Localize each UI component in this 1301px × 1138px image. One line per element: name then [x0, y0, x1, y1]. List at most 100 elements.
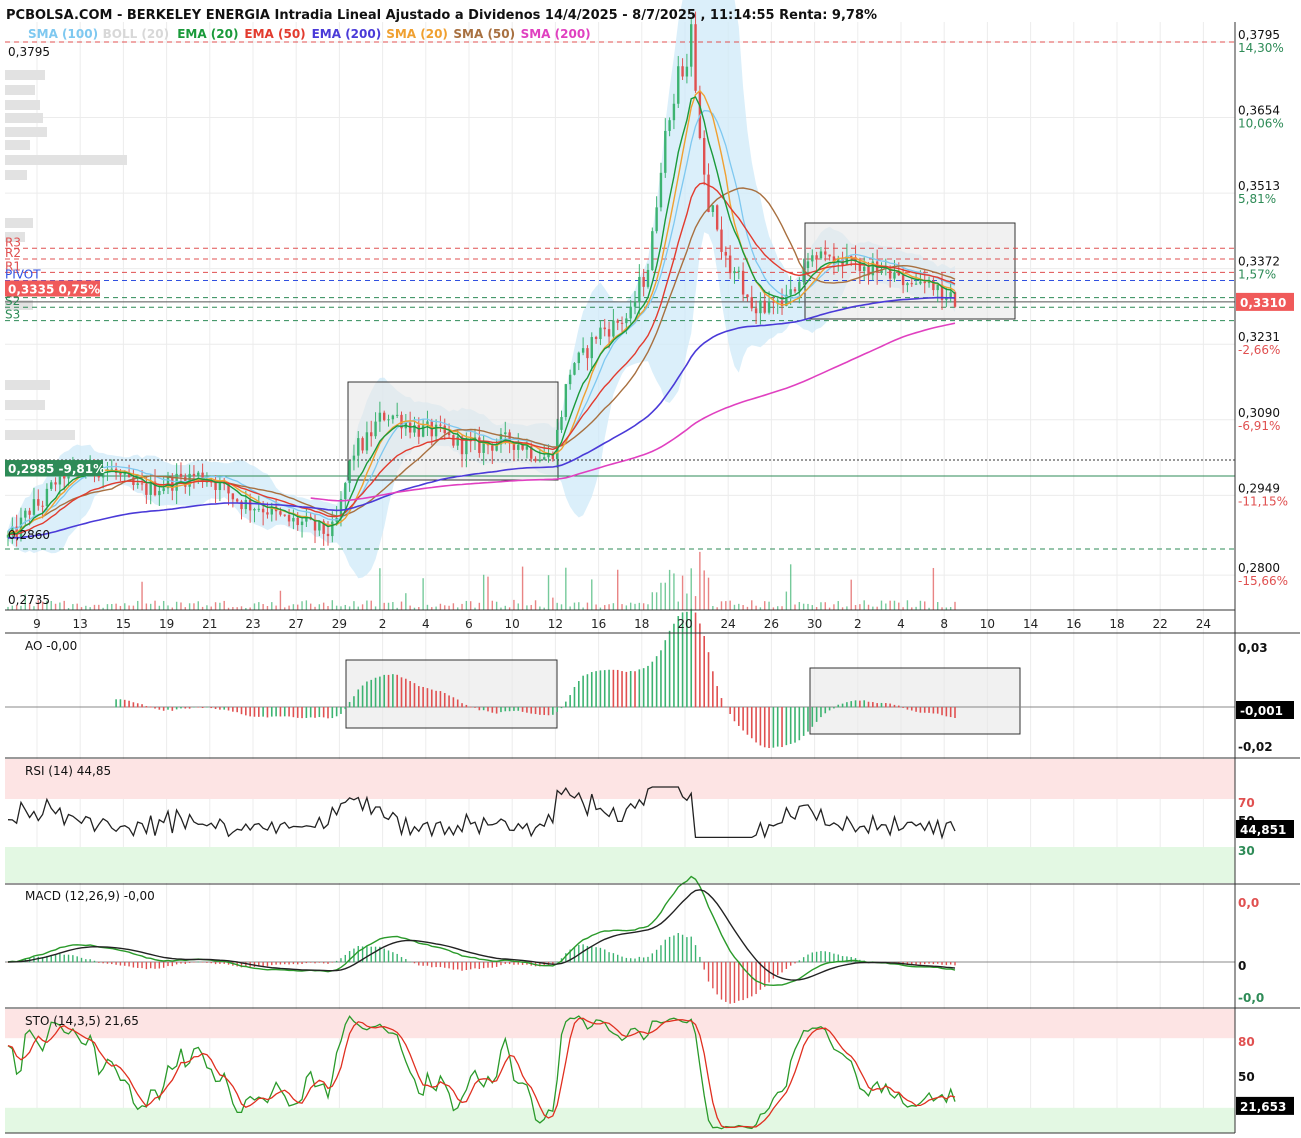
volume-bar [119, 605, 122, 610]
candle-body [110, 468, 113, 470]
ao-bar [560, 707, 563, 709]
candle-body [374, 421, 377, 437]
volume-bar [158, 605, 161, 610]
volume-bar [807, 603, 809, 610]
candle-body [560, 417, 563, 430]
volume-bar [258, 602, 260, 610]
macd-hist-bar [699, 956, 701, 963]
volume-bar [638, 602, 641, 610]
candle-body [715, 205, 719, 230]
y-tick-pct: 5,81% [1238, 192, 1276, 206]
candle-body [235, 499, 239, 502]
macd-hist-bar [785, 962, 788, 969]
candle-body [690, 24, 693, 67]
volume-bar [526, 605, 528, 610]
candle-body [45, 488, 49, 507]
volume-bar [591, 579, 593, 610]
ao-bar [456, 699, 459, 708]
volume-bar [578, 602, 580, 610]
macd-hist-bar [474, 962, 476, 969]
macd-hist-bar [327, 962, 329, 964]
candle-body [906, 283, 909, 286]
ao-bar [811, 707, 814, 727]
volume-bar [72, 604, 74, 610]
macd-hist-bar [111, 962, 113, 965]
macd-hist-bar [820, 951, 822, 963]
candle-body [642, 277, 645, 287]
macd-hist-bar [815, 951, 818, 963]
candle-body [465, 440, 468, 455]
candle-body [568, 374, 572, 385]
candle-body [754, 308, 758, 314]
volume-bar [621, 604, 623, 610]
ao-bar [487, 707, 489, 712]
ao-bar [309, 707, 312, 718]
macd-hist-bar [642, 957, 645, 963]
y-tick-pct: 1,57% [1238, 268, 1276, 282]
candle-body [197, 472, 200, 477]
macd-hist-bar [366, 945, 368, 963]
ao-bar [746, 707, 749, 735]
chart-title: PCBOLSA.COM - BERKELEY ENERGIA Intradia … [6, 8, 877, 23]
macd-hist-bar [457, 962, 459, 970]
volume-bar [374, 606, 377, 610]
macd-hist-bar [651, 953, 654, 963]
volume-bar [703, 570, 705, 610]
candle-body [581, 348, 585, 353]
volume-profile-bar [5, 380, 50, 390]
macd-hist-bar [694, 945, 697, 963]
volume-bar [422, 578, 424, 610]
macd-hist-bar [638, 956, 641, 963]
ao-bar [383, 674, 386, 708]
ao-bar [828, 707, 831, 711]
macd-hist-bar [132, 962, 135, 968]
macd-hist-bar [387, 950, 390, 963]
ao-bar [539, 707, 541, 715]
ao-bar [720, 698, 723, 708]
ao-bar [439, 691, 442, 708]
macd-hist-bar [266, 962, 269, 967]
macd-hist-bar [469, 962, 472, 970]
ao-bar [733, 707, 736, 722]
volume-bar [383, 602, 385, 610]
volume-bar [781, 606, 783, 610]
ao-bar [379, 676, 381, 708]
candle-body [158, 490, 161, 496]
volume-bar [149, 603, 152, 610]
macd-hist-bar [444, 962, 446, 968]
candle-body [599, 327, 602, 340]
bottom-left-price-label: 0,2735 [8, 593, 50, 607]
volume-bar [707, 577, 710, 610]
panel-label: STO (14,3,5) 21,65 [25, 1014, 139, 1028]
macd-hist-bar [733, 962, 736, 1003]
macd-hist-bar [807, 954, 809, 963]
macd-hist-bar [106, 962, 109, 964]
volume-bar [608, 604, 610, 610]
ao-bar [932, 707, 935, 714]
candle-body [953, 292, 957, 307]
volume-bar [751, 600, 753, 610]
y-tick-label: 0,3795 [1238, 28, 1280, 42]
candle-body [348, 460, 351, 484]
x-tick-label: 29 [332, 617, 347, 631]
candle-body [517, 444, 520, 450]
x-tick-label: 19 [159, 617, 174, 631]
ao-bar [534, 707, 537, 715]
ao-bar [595, 671, 597, 708]
macd-hist-bar [422, 962, 424, 966]
x-tick-label: 30 [807, 617, 822, 631]
macd-hist-bar [418, 962, 420, 966]
volume-bar [733, 604, 736, 610]
candle-body [192, 473, 196, 477]
panel-tick-label: 0,03 [1238, 641, 1268, 655]
candle-body [651, 231, 654, 270]
ao-bar [768, 707, 770, 749]
volume-bar [586, 602, 589, 610]
volume-bar [560, 604, 563, 610]
ao-bar [279, 707, 282, 717]
macd-hist-bar [102, 962, 104, 964]
ao-bar [258, 707, 260, 717]
candle-body [452, 435, 455, 446]
volume-bar [124, 603, 126, 610]
macd-hist-bar [154, 962, 156, 969]
